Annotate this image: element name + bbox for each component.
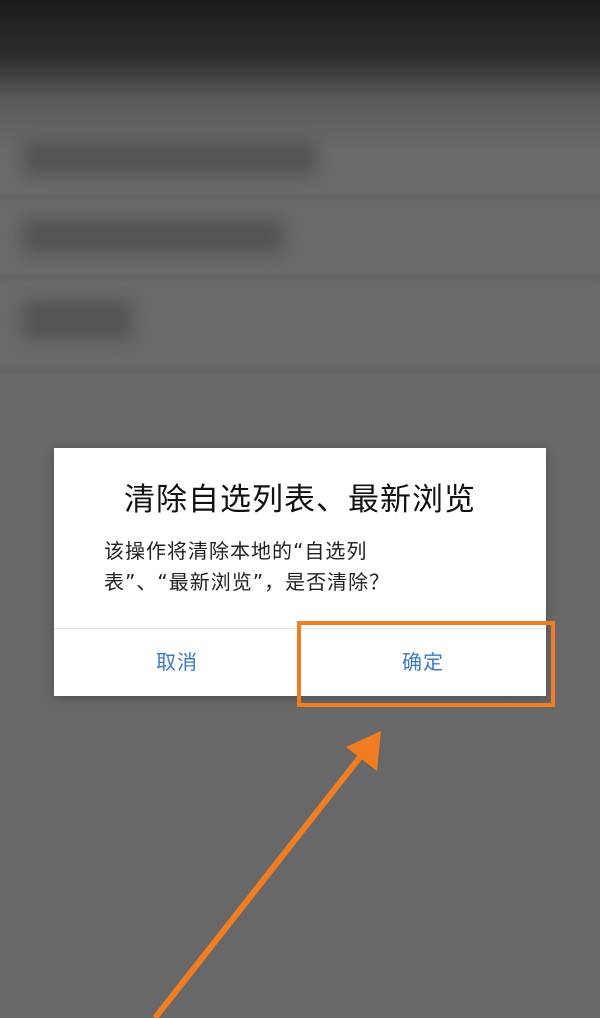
blurred-list-item	[22, 140, 317, 176]
phone-screen: 清除自选列表、最新浏览 该操作将清除本地的“自选列表”、“最新浏览”，是否清除？…	[0, 0, 600, 1018]
dialog-title: 清除自选列表、最新浏览	[124, 482, 476, 518]
cancel-button[interactable]: 取消	[54, 629, 300, 696]
confirm-button[interactable]: 确定	[300, 629, 546, 696]
blurred-divider	[0, 196, 600, 198]
blurred-list-item	[22, 218, 284, 254]
dialog-message: 该操作将清除本地的“自选列表”、“最新浏览”，是否清除？	[104, 539, 391, 594]
blurred-list-item	[22, 300, 132, 340]
blurred-divider	[0, 370, 600, 372]
clear-confirm-dialog: 清除自选列表、最新浏览 该操作将清除本地的“自选列表”、“最新浏览”，是否清除？…	[54, 448, 546, 696]
blurred-divider	[0, 276, 600, 278]
